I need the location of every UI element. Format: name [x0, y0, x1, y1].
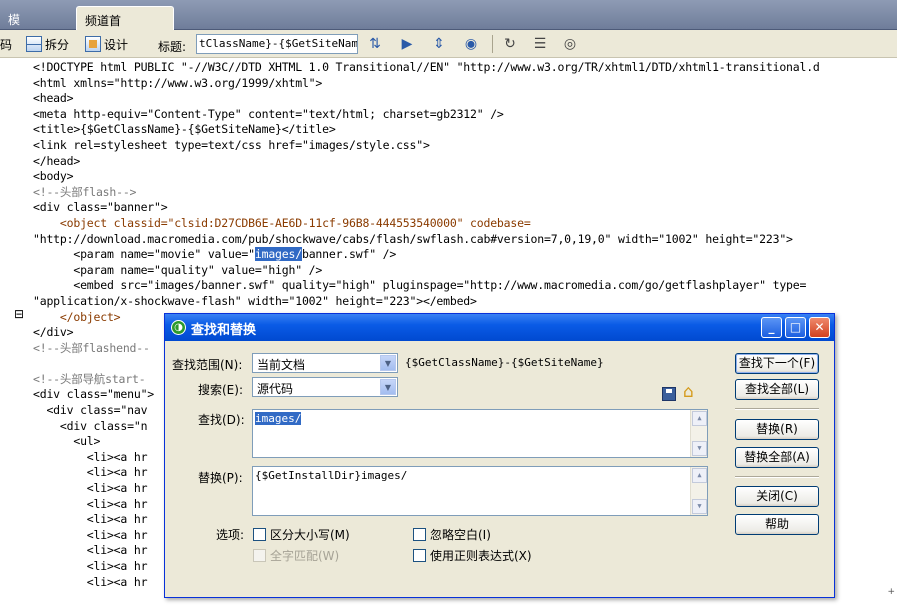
code-line[interactable]: <embed src="images/banner.swf" quality="…: [33, 278, 897, 294]
view-options-icon[interactable]: ☰: [529, 35, 551, 53]
globe-icon[interactable]: ◉: [460, 35, 482, 53]
design-view-icon: [85, 36, 101, 52]
code-line[interactable]: <div class="banner">: [33, 200, 897, 216]
chevron-down-icon: ▼: [380, 379, 396, 395]
code-line[interactable]: <head>: [33, 91, 897, 107]
scope-label: 查找范围(N):: [172, 358, 243, 372]
replace-scrollbar[interactable]: ▲ ▼: [690, 467, 707, 515]
title-label: 标题:: [158, 40, 187, 54]
split-view-label: 拆分: [45, 37, 70, 52]
tab-channel-home-html[interactable]: 频道首页.html*: [76, 6, 174, 45]
preview-browser-icon[interactable]: ▶: [396, 35, 418, 53]
search-type-value: 源代码: [257, 382, 294, 396]
replace-all-button[interactable]: 替换全部(A): [735, 447, 819, 468]
close-button[interactable]: 关闭(C): [735, 486, 819, 507]
resize-corner-icon: +: [887, 587, 895, 597]
load-query-icon[interactable]: ⌂: [683, 383, 694, 401]
chevron-down-icon: ▼: [380, 355, 396, 371]
code-line[interactable]: <!DOCTYPE html PUBLIC "-//W3C//DTD XHTML…: [33, 60, 897, 76]
code-line[interactable]: </head>: [33, 154, 897, 170]
checkbox-box[interactable]: [253, 549, 266, 562]
code-line[interactable]: "application/x-shockwave-flash" width="1…: [33, 294, 897, 310]
refresh-icon[interactable]: ↻: [499, 35, 521, 53]
find-textarea[interactable]: images/ ▲ ▼: [252, 409, 708, 458]
scroll-up-icon[interactable]: ▲: [692, 468, 707, 483]
code-line[interactable]: <!--头部flash-->: [33, 185, 897, 201]
dialog-title: 查找和替换: [191, 323, 257, 338]
checkbox-box[interactable]: [413, 549, 426, 562]
match-case-checkbox[interactable]: 区分大小写(M): [253, 526, 350, 543]
split-view-icon: [26, 36, 42, 52]
ignore-whitespace-label: 忽略空白(I): [430, 528, 491, 542]
replace-textarea[interactable]: {$GetInstallDir}images/ ▲ ▼: [252, 466, 708, 516]
replace-label: 替换(P):: [198, 471, 243, 485]
visual-aids-icon[interactable]: ◎: [559, 35, 581, 53]
title-input[interactable]: tClassName}-{$GetSiteName: [196, 34, 358, 54]
document-tab-strip: 模板.html 频道首页.html*: [0, 0, 897, 45]
code-line[interactable]: <body>: [33, 169, 897, 185]
scroll-down-icon[interactable]: ▼: [692, 441, 707, 456]
toolbar-separator: [492, 35, 493, 53]
debug-icon[interactable]: ⇕: [428, 35, 450, 53]
find-all-button[interactable]: 查找全部(L): [735, 379, 819, 400]
button-separator: [735, 408, 819, 410]
document-toolbar: 码 拆分 设计 标题: tClassName}-{$GetSiteName ⇅ …: [0, 30, 897, 58]
code-line[interactable]: <param name="quality" value="high" />: [33, 263, 897, 279]
scope-value: 当前文档: [257, 358, 306, 372]
code-line[interactable]: <link rel=stylesheet type=text/css href=…: [33, 138, 897, 154]
editor-window: 模板.html 频道首页.html* 码 拆分 设计 标题: tClassNam…: [0, 0, 897, 607]
split-view-button[interactable]: 拆分: [22, 33, 73, 55]
code-line[interactable]: <html xmlns="http://www.w3.org/1999/xhtm…: [33, 76, 897, 92]
find-scrollbar[interactable]: ▲ ▼: [690, 410, 707, 457]
collapse-icon[interactable]: ⊟: [14, 307, 24, 321]
checkbox-box[interactable]: [413, 528, 426, 541]
dialog-title-bar[interactable]: ◑ 查找和替换 _ □ ✕: [165, 314, 834, 341]
code-selection[interactable]: images/: [254, 247, 302, 262]
code-gutter: ⊟: [0, 58, 28, 607]
tab-template-html[interactable]: 模板.html: [0, 6, 72, 44]
code-view-button[interactable]: 码: [0, 33, 16, 55]
maximize-button[interactable]: □: [785, 317, 806, 338]
scope-select[interactable]: 当前文档 ▼: [252, 353, 398, 373]
scroll-up-icon[interactable]: ▲: [692, 411, 707, 426]
code-view-label: 码: [0, 37, 13, 52]
whole-word-checkbox[interactable]: 全字匹配(W): [253, 547, 339, 564]
scope-info: {$GetClassName}-{$GetSiteName}: [405, 356, 604, 369]
minimize-button[interactable]: _: [761, 317, 782, 338]
save-query-icon[interactable]: [662, 387, 676, 401]
search-label: 搜索(E):: [198, 383, 243, 397]
ignore-whitespace-checkbox[interactable]: 忽略空白(I): [413, 526, 491, 543]
use-regex-label: 使用正则表达式(X): [430, 549, 532, 563]
checkbox-box[interactable]: [253, 528, 266, 541]
match-case-label: 区分大小写(M): [270, 528, 350, 542]
code-line[interactable]: <title>{$GetClassName}-{$GetSiteName}</t…: [33, 122, 897, 138]
design-view-label: 设计: [104, 37, 129, 52]
replace-button[interactable]: 替换(R): [735, 419, 819, 440]
find-replace-dialog: ◑ 查找和替换 _ □ ✕ 查找范围(N): 当前文档 ▼ {$GetClass…: [164, 313, 835, 598]
find-next-button[interactable]: 查找下一个(F): [735, 353, 819, 374]
code-line[interactable]: <object classid="clsid:D27CDB6E-AE6D-11c…: [33, 216, 897, 232]
button-separator: [735, 476, 819, 478]
code-line[interactable]: "http://download.macromedia.com/pub/shoc…: [33, 232, 897, 248]
find-value: images/: [255, 412, 302, 425]
help-button[interactable]: 帮助: [735, 514, 819, 535]
replace-value: {$GetInstallDir}images/: [255, 469, 408, 482]
whole-word-label: 全字匹配(W): [270, 549, 340, 563]
code-line[interactable]: <meta http-equiv="Content-Type" content=…: [33, 107, 897, 123]
scroll-down-icon[interactable]: ▼: [692, 499, 707, 514]
file-management-icon[interactable]: ⇅: [364, 35, 386, 53]
options-label: 选项:: [216, 528, 245, 542]
close-window-button[interactable]: ✕: [809, 317, 830, 338]
code-line[interactable]: <param name="movie" value="images/banner…: [33, 247, 897, 263]
use-regex-checkbox[interactable]: 使用正则表达式(X): [413, 547, 532, 564]
dialog-app-icon: ◑: [171, 320, 186, 335]
design-view-button[interactable]: 设计: [81, 33, 132, 55]
find-label: 查找(D):: [198, 413, 245, 427]
search-type-select[interactable]: 源代码 ▼: [252, 377, 398, 397]
